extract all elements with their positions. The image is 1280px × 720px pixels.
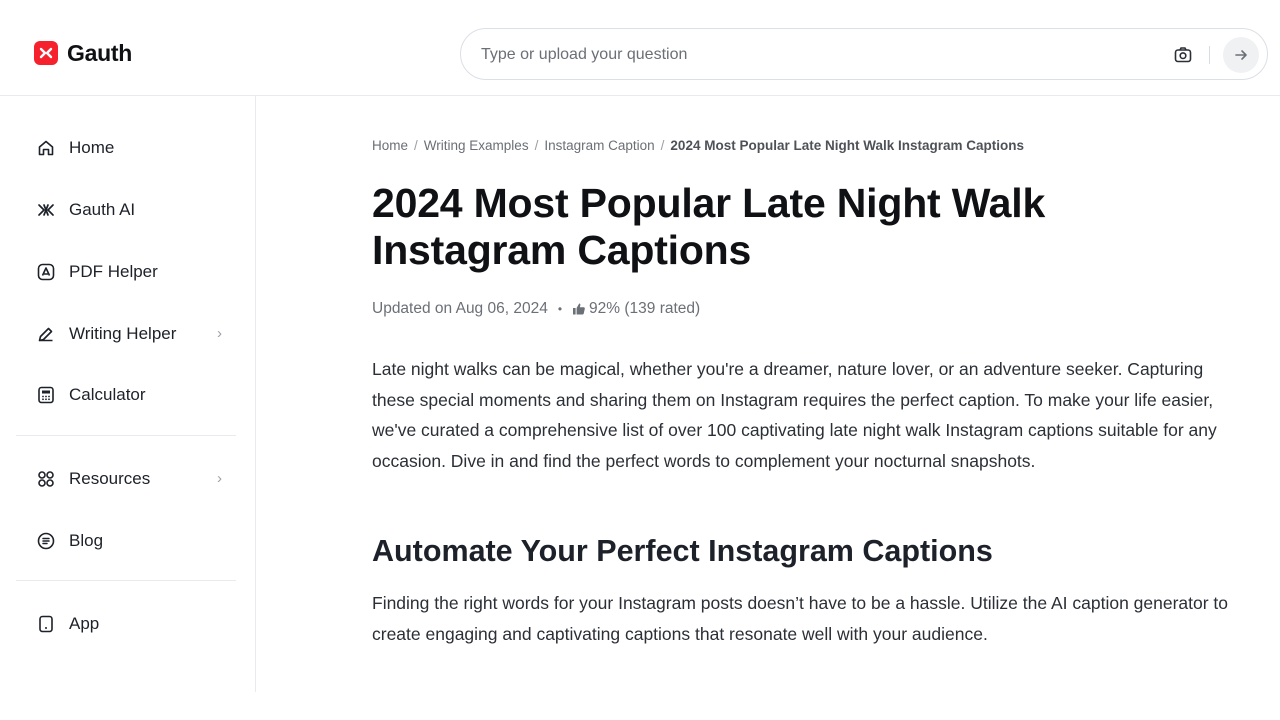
pdf-icon [36,262,56,282]
gauth-logo-icon [34,41,58,65]
sidebar-item-label: Blog [69,531,104,550]
rating-text: 92% (139 rated) [589,300,701,317]
search-submit-button[interactable] [1223,37,1259,73]
logo[interactable]: Gauth [34,40,132,66]
chevron-right-icon: › [217,325,222,342]
breadcrumb-link-writing-examples[interactable]: Writing Examples [424,138,529,153]
sidebar-item-calculator[interactable]: Calculator [36,382,222,408]
search-divider [1209,46,1210,64]
article-meta: Updated on Aug 06, 2024 • 92% (139 rated… [372,300,700,318]
sidebar-item-gauth-ai[interactable]: Gauth AI [36,197,222,223]
camera-icon[interactable] [1171,43,1195,67]
breadcrumb-current: 2024 Most Popular Late Night Walk Instag… [670,138,1024,153]
sidebar-item-resources[interactable]: Resources › [36,466,222,492]
sidebar-divider [16,435,236,436]
search-bar [460,28,1268,80]
breadcrumb: Home / Writing Examples / Instagram Capt… [372,138,1024,153]
brand-name: Gauth [67,39,132,66]
blog-icon [36,531,56,551]
sidebar: Home Gauth AI PDF Helper Writing Helper … [0,96,256,692]
breadcrumb-link-instagram-caption[interactable]: Instagram Caption [544,138,654,153]
sidebar-item-app[interactable]: App [36,611,222,637]
sidebar-item-label: Writing Helper [69,324,177,343]
calculator-icon [36,385,56,405]
page-title: 2024 Most Popular Late Night Walk Instag… [372,180,1046,273]
thumbs-up-icon [572,302,586,316]
breadcrumb-separator: / [660,138,665,153]
top-header: Gauth [0,0,1280,96]
sidebar-item-home[interactable]: Home [36,135,222,161]
sidebar-item-blog[interactable]: Blog [36,528,222,554]
home-icon [36,138,56,158]
breadcrumb-separator: / [534,138,539,153]
gauth-ai-icon [36,200,56,220]
pencil-icon [36,324,56,344]
sidebar-item-label: Gauth AI [69,200,136,219]
chevron-right-icon: › [217,470,222,487]
sidebar-item-pdf-helper[interactable]: PDF Helper [36,259,222,285]
search-input[interactable] [481,44,1121,66]
grid-icon [36,469,56,489]
meta-separator: • [557,302,563,316]
sidebar-item-label: Calculator [69,385,146,404]
sidebar-item-label: Resources [69,469,151,488]
arrow-right-icon [1235,50,1247,60]
section-heading: Automate Your Perfect Instagram Captions [372,534,993,568]
breadcrumb-separator: / [414,138,418,153]
sidebar-item-label: PDF Helper [69,262,158,281]
section-paragraph: Finding the right words for your Instagr… [372,593,1229,644]
breadcrumb-link-home[interactable]: Home [372,138,408,153]
sidebar-item-label: App [69,614,100,633]
sidebar-item-writing-helper[interactable]: Writing Helper › [36,321,222,347]
updated-date: Updated on Aug 06, 2024 [372,300,548,317]
intro-paragraph: Late night walks can be magical, whether… [372,359,1217,471]
phone-icon [36,614,56,634]
sidebar-divider [16,580,236,581]
sidebar-item-label: Home [69,138,115,157]
